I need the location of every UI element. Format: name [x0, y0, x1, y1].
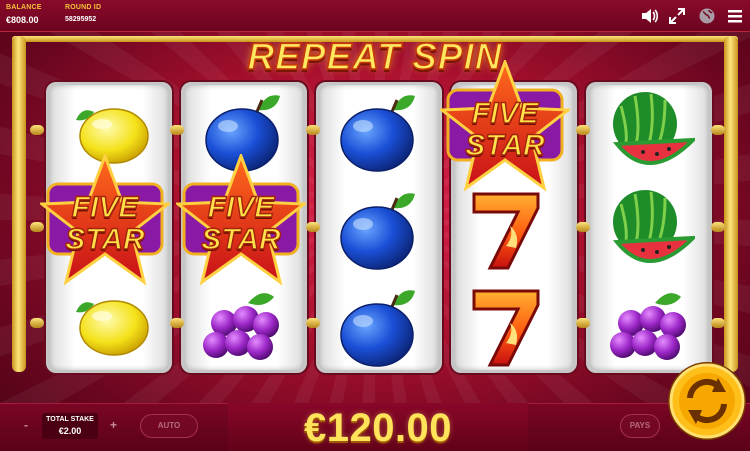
reel-knob	[30, 318, 44, 328]
grapes-icon	[610, 293, 686, 360]
frame-right	[724, 36, 738, 372]
watermelon-icon	[613, 92, 695, 166]
plum-icon	[340, 95, 415, 172]
pays-button[interactable]: PAYS	[620, 414, 660, 438]
spin-button[interactable]	[666, 360, 748, 442]
auto-button[interactable]: AUTO	[140, 414, 198, 438]
five-star-text: FIVE STAR	[201, 191, 282, 256]
reel-knob	[711, 222, 725, 232]
fullscreen-icon[interactable]	[668, 7, 686, 25]
plum-icon	[340, 193, 415, 270]
five-star-symbol: FIVE STAR	[40, 154, 170, 294]
reel-knob	[711, 318, 725, 328]
decrease-stake-button[interactable]: -	[24, 418, 28, 432]
total-stake-value: €2.00	[58, 426, 82, 436]
reel-knob	[576, 222, 590, 232]
reel-knob	[306, 318, 320, 328]
round-id-value: 58295952	[65, 16, 97, 23]
watermelon-icon	[613, 190, 695, 264]
sound-icon[interactable]	[640, 7, 658, 25]
reel-knob	[306, 222, 320, 232]
win-amount: €120.00	[303, 406, 453, 450]
five-star-text: FIVE STAR	[465, 97, 546, 162]
globe-icon[interactable]	[698, 7, 716, 25]
five-star-symbol: FIVE STAR	[440, 60, 570, 200]
reel-knob	[576, 318, 590, 328]
total-stake-label: TOTAL STAKE	[46, 416, 94, 423]
balance-value: €808.00	[6, 15, 39, 25]
frame-left	[12, 36, 26, 372]
lemon-icon	[76, 300, 149, 356]
slot-game: BALANCE €808.00 ROUND ID 58295952 REPEAT…	[0, 0, 750, 451]
reel-knob	[170, 318, 184, 328]
five-star-text: FIVE STAR	[65, 191, 146, 256]
increase-stake-button[interactable]: +	[110, 418, 117, 432]
reel-knob	[576, 125, 590, 135]
balance-label: BALANCE	[6, 4, 42, 11]
menu-icon[interactable]	[726, 7, 744, 25]
reel-knob	[30, 125, 44, 135]
five-star-symbol: FIVE STAR	[176, 154, 306, 294]
grapes-icon	[203, 293, 279, 360]
reel-knob	[306, 125, 320, 135]
reel-knob	[711, 125, 725, 135]
round-id-label: ROUND ID	[65, 4, 102, 11]
reel-knob	[170, 125, 184, 135]
top-bar: BALANCE €808.00 ROUND ID 58295952	[0, 0, 750, 32]
seven-icon	[472, 289, 540, 367]
plum-icon	[340, 290, 415, 367]
